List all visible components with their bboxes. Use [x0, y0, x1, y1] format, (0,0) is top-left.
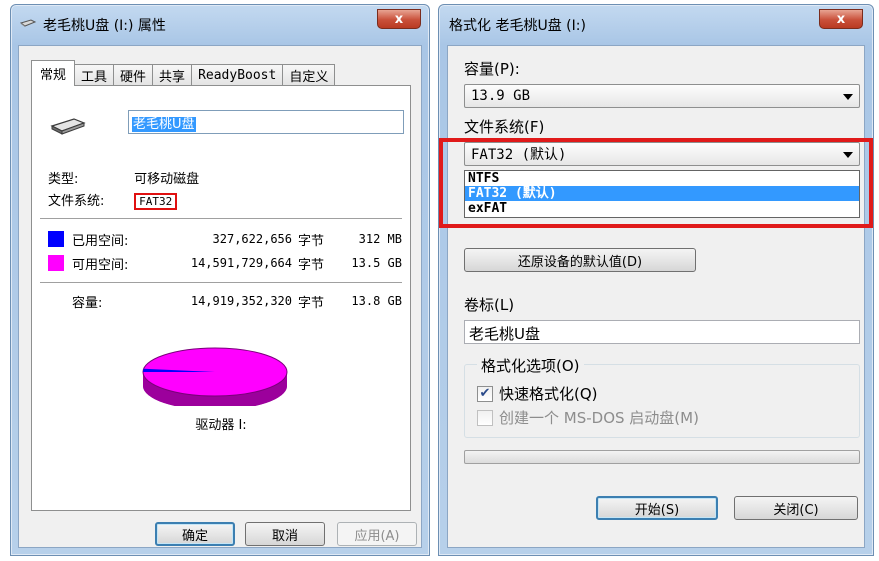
- volume-name-text: 老毛桃U盘: [132, 117, 196, 132]
- general-tab-page: 老毛桃U盘 类型: 可移动磁盘 文件系统: FAT32 已用空间: 327,62…: [31, 85, 411, 511]
- used-swatch: [48, 231, 64, 247]
- capacity-spacer: [48, 293, 64, 309]
- volume-label-input[interactable]: 老毛桃U盘: [464, 320, 860, 344]
- type-value: 可移动磁盘: [134, 172, 200, 187]
- dropdown-option-ntfs[interactable]: NTFS: [465, 171, 859, 186]
- capacity-size: 13.8 GB: [351, 294, 402, 308]
- filesystem-dropdown-list: NTFS FAT32 (默认) exFAT: [464, 170, 860, 218]
- dropdown-option-fat32[interactable]: FAT32 (默认): [465, 186, 859, 201]
- quick-format-option[interactable]: ✔ 快速格式化(Q): [477, 383, 598, 404]
- tab-sharing[interactable]: 共享: [152, 64, 193, 86]
- capacity-label: 容量(P):: [464, 60, 520, 78]
- quick-format-checkbox[interactable]: ✔: [477, 385, 493, 402]
- used-label: 已用空间:: [72, 233, 129, 249]
- used-size: 312 MB: [358, 232, 402, 246]
- format-close-button[interactable]: x: [819, 9, 863, 29]
- tab-customize[interactable]: 自定义: [282, 64, 336, 86]
- format-progress-bar: [464, 450, 860, 464]
- free-space-row: 可用空间: 14,591,729,664 字节 13.5 GB: [48, 254, 402, 273]
- close-button[interactable]: 关闭(C): [734, 496, 858, 520]
- tab-hardware[interactable]: 硬件: [113, 64, 154, 86]
- filesystem-select-value: FAT32 (默认): [471, 147, 567, 163]
- properties-close-button[interactable]: x: [377, 9, 421, 29]
- used-bytes: 327,622,656: [212, 232, 292, 246]
- drive-label: 驱动器 I:: [195, 418, 247, 433]
- free-label: 可用空间:: [72, 257, 129, 273]
- free-bytes: 14,591,729,664: [190, 256, 292, 270]
- ok-button[interactable]: 确定: [155, 522, 235, 546]
- capacity-select[interactable]: 13.9 GB: [464, 84, 860, 108]
- properties-client: 常规 工具 硬件 共享 ReadyBoost 自定义 老毛桃U盘 类型: 可移动…: [18, 45, 422, 548]
- used-unit: 字节: [298, 233, 325, 249]
- free-unit: 字节: [298, 257, 325, 273]
- free-size: 13.5 GB: [351, 256, 402, 270]
- properties-window: 老毛桃U盘 (I:) 属性 x 常规 工具 硬件 共享 ReadyBoost 自…: [10, 4, 430, 556]
- apply-button[interactable]: 应用(A): [337, 522, 417, 546]
- format-window: 格式化 老毛桃U盘 (I:) x 容量(P): 13.9 GB 文件系统(F) …: [438, 4, 874, 556]
- quick-format-label: 快速格式化(Q): [499, 385, 598, 403]
- disk-usage-pie: [142, 347, 288, 406]
- used-space-row: 已用空间: 327,622,656 字节 312 MB: [48, 230, 402, 249]
- capacity-bytes: 14,919,352,320: [190, 294, 292, 308]
- msdos-boot-option[interactable]: 创建一个 MS-DOS 启动盘(M): [477, 407, 699, 428]
- filesystem-label: 文件系统(F): [464, 118, 545, 136]
- tab-readyboost[interactable]: ReadyBoost: [191, 64, 284, 86]
- restore-defaults-button[interactable]: 还原设备的默认值(D): [464, 248, 696, 272]
- properties-title: 老毛桃U盘 (I:) 属性: [43, 18, 166, 34]
- chevron-down-icon: [843, 94, 853, 100]
- capacity-label: 容量:: [72, 295, 103, 311]
- volume-label-label: 卷标(L): [464, 296, 515, 314]
- filesystem-value: FAT32: [134, 193, 178, 210]
- type-label: 类型:: [48, 172, 79, 187]
- free-swatch: [48, 255, 64, 271]
- format-options-title: 格式化选项(O): [477, 355, 584, 376]
- format-title: 格式化 老毛桃U盘 (I:): [449, 18, 586, 34]
- type-row: 类型: 可移动磁盘: [48, 168, 199, 187]
- start-button[interactable]: 开始(S): [596, 496, 718, 520]
- capacity-select-value: 13.9 GB: [471, 88, 531, 104]
- dropdown-option-exfat[interactable]: exFAT: [465, 201, 859, 216]
- tab-general[interactable]: 常规: [31, 60, 76, 86]
- properties-titlebar[interactable]: 老毛桃U盘 (I:) 属性 x: [11, 5, 429, 45]
- properties-tabs: 常规 工具 硬件 共享 ReadyBoost 自定义: [31, 60, 336, 86]
- capacity-row: 容量: 14,919,352,320 字节 13.8 GB: [48, 292, 402, 311]
- volume-name-input[interactable]: 老毛桃U盘: [128, 110, 404, 134]
- usb-drive-icon: [48, 114, 88, 142]
- tab-tools[interactable]: 工具: [74, 64, 115, 86]
- filesystem-label: 文件系统:: [48, 194, 105, 209]
- msdos-boot-label: 创建一个 MS-DOS 启动盘(M): [499, 409, 699, 427]
- format-titlebar[interactable]: 格式化 老毛桃U盘 (I:) x: [439, 5, 873, 45]
- divider: [40, 218, 402, 219]
- format-client: 容量(P): 13.9 GB 文件系统(F) FAT32 (默认) NTFS F…: [439, 45, 873, 548]
- cancel-button[interactable]: 取消: [245, 522, 325, 546]
- filesystem-row: 文件系统: FAT32: [48, 190, 178, 210]
- msdos-boot-checkbox[interactable]: [477, 409, 493, 426]
- filesystem-select[interactable]: FAT32 (默认): [464, 142, 860, 166]
- drive-small-icon: [19, 17, 37, 33]
- chevron-down-icon: [843, 152, 853, 158]
- format-options-group: 格式化选项(O) ✔ 快速格式化(Q) 创建一个 MS-DOS 启动盘(M): [464, 355, 860, 438]
- divider: [40, 282, 402, 283]
- capacity-unit: 字节: [298, 295, 325, 311]
